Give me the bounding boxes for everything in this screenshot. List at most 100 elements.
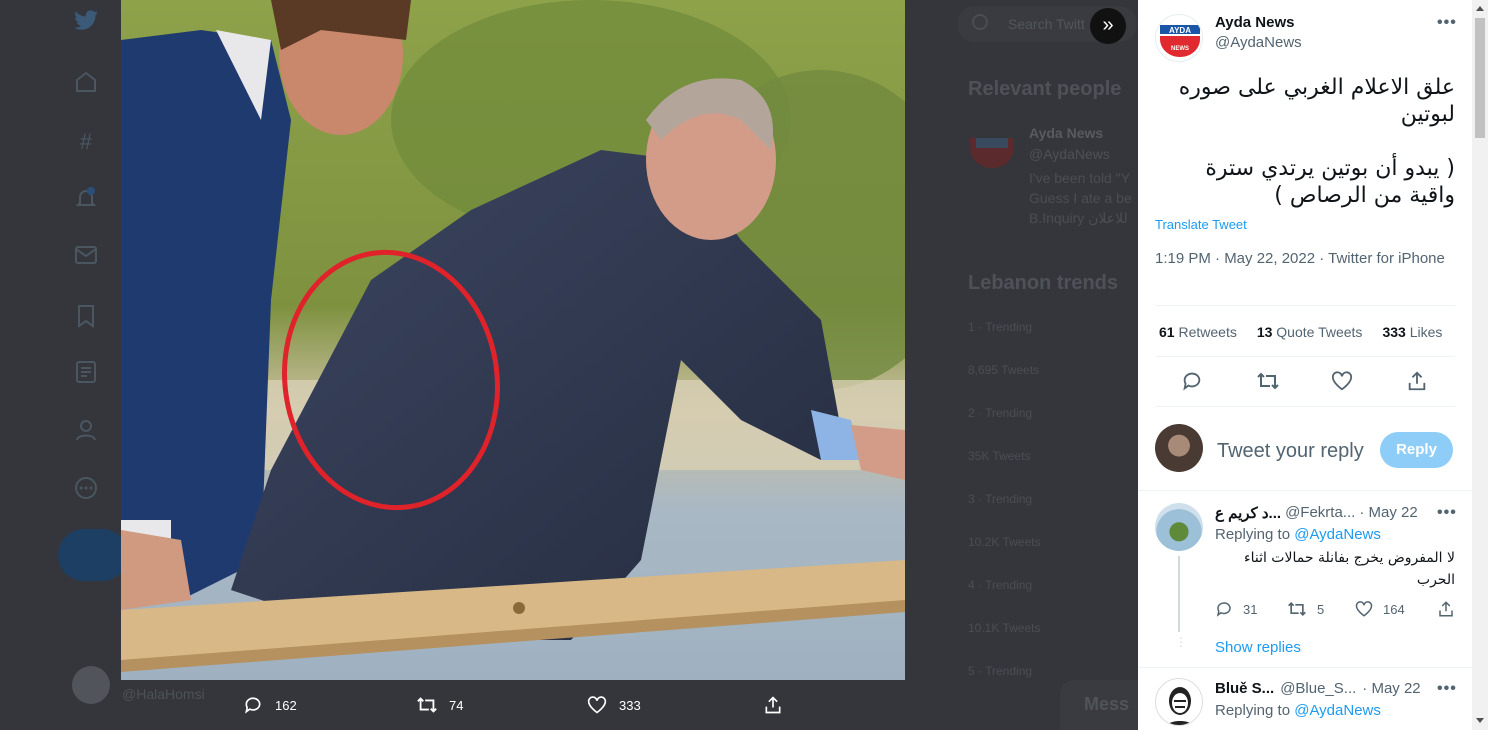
comment-date[interactable]: · May 22 [1362,680,1420,697]
like-heart-icon [585,694,609,716]
retweets-stat[interactable]: 61 Retweets [1159,324,1237,340]
divider [1138,490,1472,491]
search-input[interactable]: Search Twitt [1008,16,1085,32]
translate-tweet-link[interactable]: Translate Tweet [1155,217,1247,232]
divider [1138,667,1472,668]
bookmarks-icon[interactable] [72,304,100,332]
replying-to-link[interactable]: @AydaNews [1294,702,1381,719]
trend-item: 10.2K Tweets [968,535,1041,549]
messages-icon[interactable] [72,244,100,272]
share-icon [1439,601,1453,617]
profile-icon[interactable] [72,418,100,446]
reply-icon [241,694,265,716]
scroll-up-arrow-icon[interactable] [1476,6,1484,11]
comment-author-handle[interactable]: @Fekrta... [1285,504,1355,522]
trend-item[interactable]: 2 · Trending [968,406,1032,420]
divider [1155,406,1455,407]
more-options-icon[interactable]: ••• [1437,14,1457,32]
tweet-stats: 61 Retweets 13 Quote Tweets 333 Likes [1159,324,1442,340]
comment-author-name[interactable]: Bluě S... [1215,680,1274,697]
account-avatar[interactable] [72,666,110,704]
scroll-down-arrow-icon[interactable] [1476,718,1484,723]
bio-line: I've been told "Y [1029,170,1131,186]
likes-label: Likes [1409,324,1443,340]
relevant-people-heading: Relevant people [968,78,1122,100]
notifications-icon[interactable] [72,186,100,214]
author-handle[interactable]: @AydaNews [1215,34,1302,51]
trend-item[interactable]: 1 · Trending [968,320,1032,334]
replying-prefix: Replying to [1215,526,1295,543]
bio-line: Guess I ate a be [1029,190,1132,206]
logo-subword: NEWS [1171,46,1189,52]
comment-more-icon[interactable]: ••• [1437,504,1457,522]
trend-item[interactable]: 4 · Trending [968,578,1032,592]
comment-author-handle[interactable]: @Blue_S... [1280,680,1356,697]
replying-to-link[interactable]: @AydaNews [1294,526,1381,543]
replying-prefix: Replying to [1215,702,1295,719]
messages-drawer-label: Mess [1084,694,1130,714]
quotes-count: 13 [1256,324,1273,340]
media-retweet-button[interactable]: 74 [415,694,463,716]
media-share-button[interactable] [761,694,795,716]
more-circle-icon[interactable] [72,476,100,504]
share-icon [761,694,785,716]
media-retweet-count: 74 [449,697,464,713]
compose-tweet-button[interactable] [58,529,128,581]
comment-like-button[interactable]: 164 [1355,600,1405,618]
relevant-person-name[interactable]: Ayda News [1029,125,1103,141]
trend-item[interactable]: 5 · Trending [968,664,1032,678]
relevant-person-avatar[interactable] [968,130,1016,170]
tweet-timestamp[interactable]: 1:19 PM · May 22, 2022 · Twitter for iPh… [1155,249,1445,269]
comment-avatar[interactable] [1155,503,1203,551]
trends-heading: Lebanon trends [968,272,1119,294]
likes-stat[interactable]: 333 Likes [1382,324,1442,340]
trend-item: 35K Tweets [968,449,1031,463]
scrollbar[interactable] [1472,0,1488,730]
comment-share-button[interactable] [1437,600,1465,618]
lists-icon[interactable] [72,360,100,388]
share-icon[interactable] [1406,370,1430,394]
explore-hashtag-icon[interactable]: # [72,128,100,156]
thread-line [1178,556,1180,632]
like-heart-icon [1355,601,1373,617]
reply-icon[interactable] [1181,370,1205,394]
media-like-count: 333 [619,697,641,713]
tweet-photo[interactable] [121,0,905,680]
comment-more-icon[interactable]: ••• [1437,680,1457,698]
current-user-avatar [1155,424,1203,472]
comment-date[interactable]: · May 22 [1359,504,1417,522]
author-avatar[interactable]: AYDA NEWS [1155,14,1203,62]
search-icon [972,14,988,30]
retweet-icon[interactable] [1256,370,1280,394]
comment-retweet-button[interactable]: 5 [1287,600,1324,618]
divider [1155,305,1455,306]
twitter-logo-icon[interactable] [72,10,100,38]
comment-author-name[interactable]: د كريم ع... [1215,504,1281,522]
show-replies-link[interactable]: Show replies [1215,639,1301,656]
reply-input[interactable]: Tweet your reply [1217,440,1364,463]
reply-button[interactable]: Reply [1380,432,1453,468]
comment-header: د كريم ع... @Fekrta... · May 22 [1215,504,1435,522]
author-name[interactable]: Ayda News [1215,14,1294,31]
home-icon[interactable] [72,70,100,98]
media-like-button[interactable]: 333 [585,694,641,716]
media-reply-button[interactable]: 162 [241,694,297,716]
quotes-label: Quote Tweets [1276,324,1363,340]
relevant-person-bio: I've been told "Y Guess I ate a be B.Inq… [1029,168,1139,228]
comment-text: لا المفروض يخرج بفانلة حمالات اثناء الحر… [1244,550,1455,588]
trend-item[interactable]: 3 · Trending [968,492,1032,506]
replying-to: Replying to @AydaNews [1215,702,1381,719]
collapse-panel-button[interactable]: » [1090,8,1126,44]
retweets-count: 61 [1159,324,1175,340]
divider [1155,356,1455,357]
comment-reply-button[interactable]: 31 [1215,600,1257,618]
comment-avatar[interactable] [1155,678,1203,726]
left-nav: # [60,0,120,730]
like-heart-icon[interactable] [1331,370,1355,394]
quote-tweets-stat[interactable]: 13 Quote Tweets [1257,324,1363,340]
scroll-thumb[interactable] [1475,18,1485,138]
bio-line: B.Inquiry للاعلان [1029,210,1128,226]
tweet-text: علق الاعلام الغربي على صوره لبوتين ( يبد… [1178,75,1455,208]
retweet-icon [1288,601,1306,617]
logo-wordmark: AYDA [1169,26,1191,35]
